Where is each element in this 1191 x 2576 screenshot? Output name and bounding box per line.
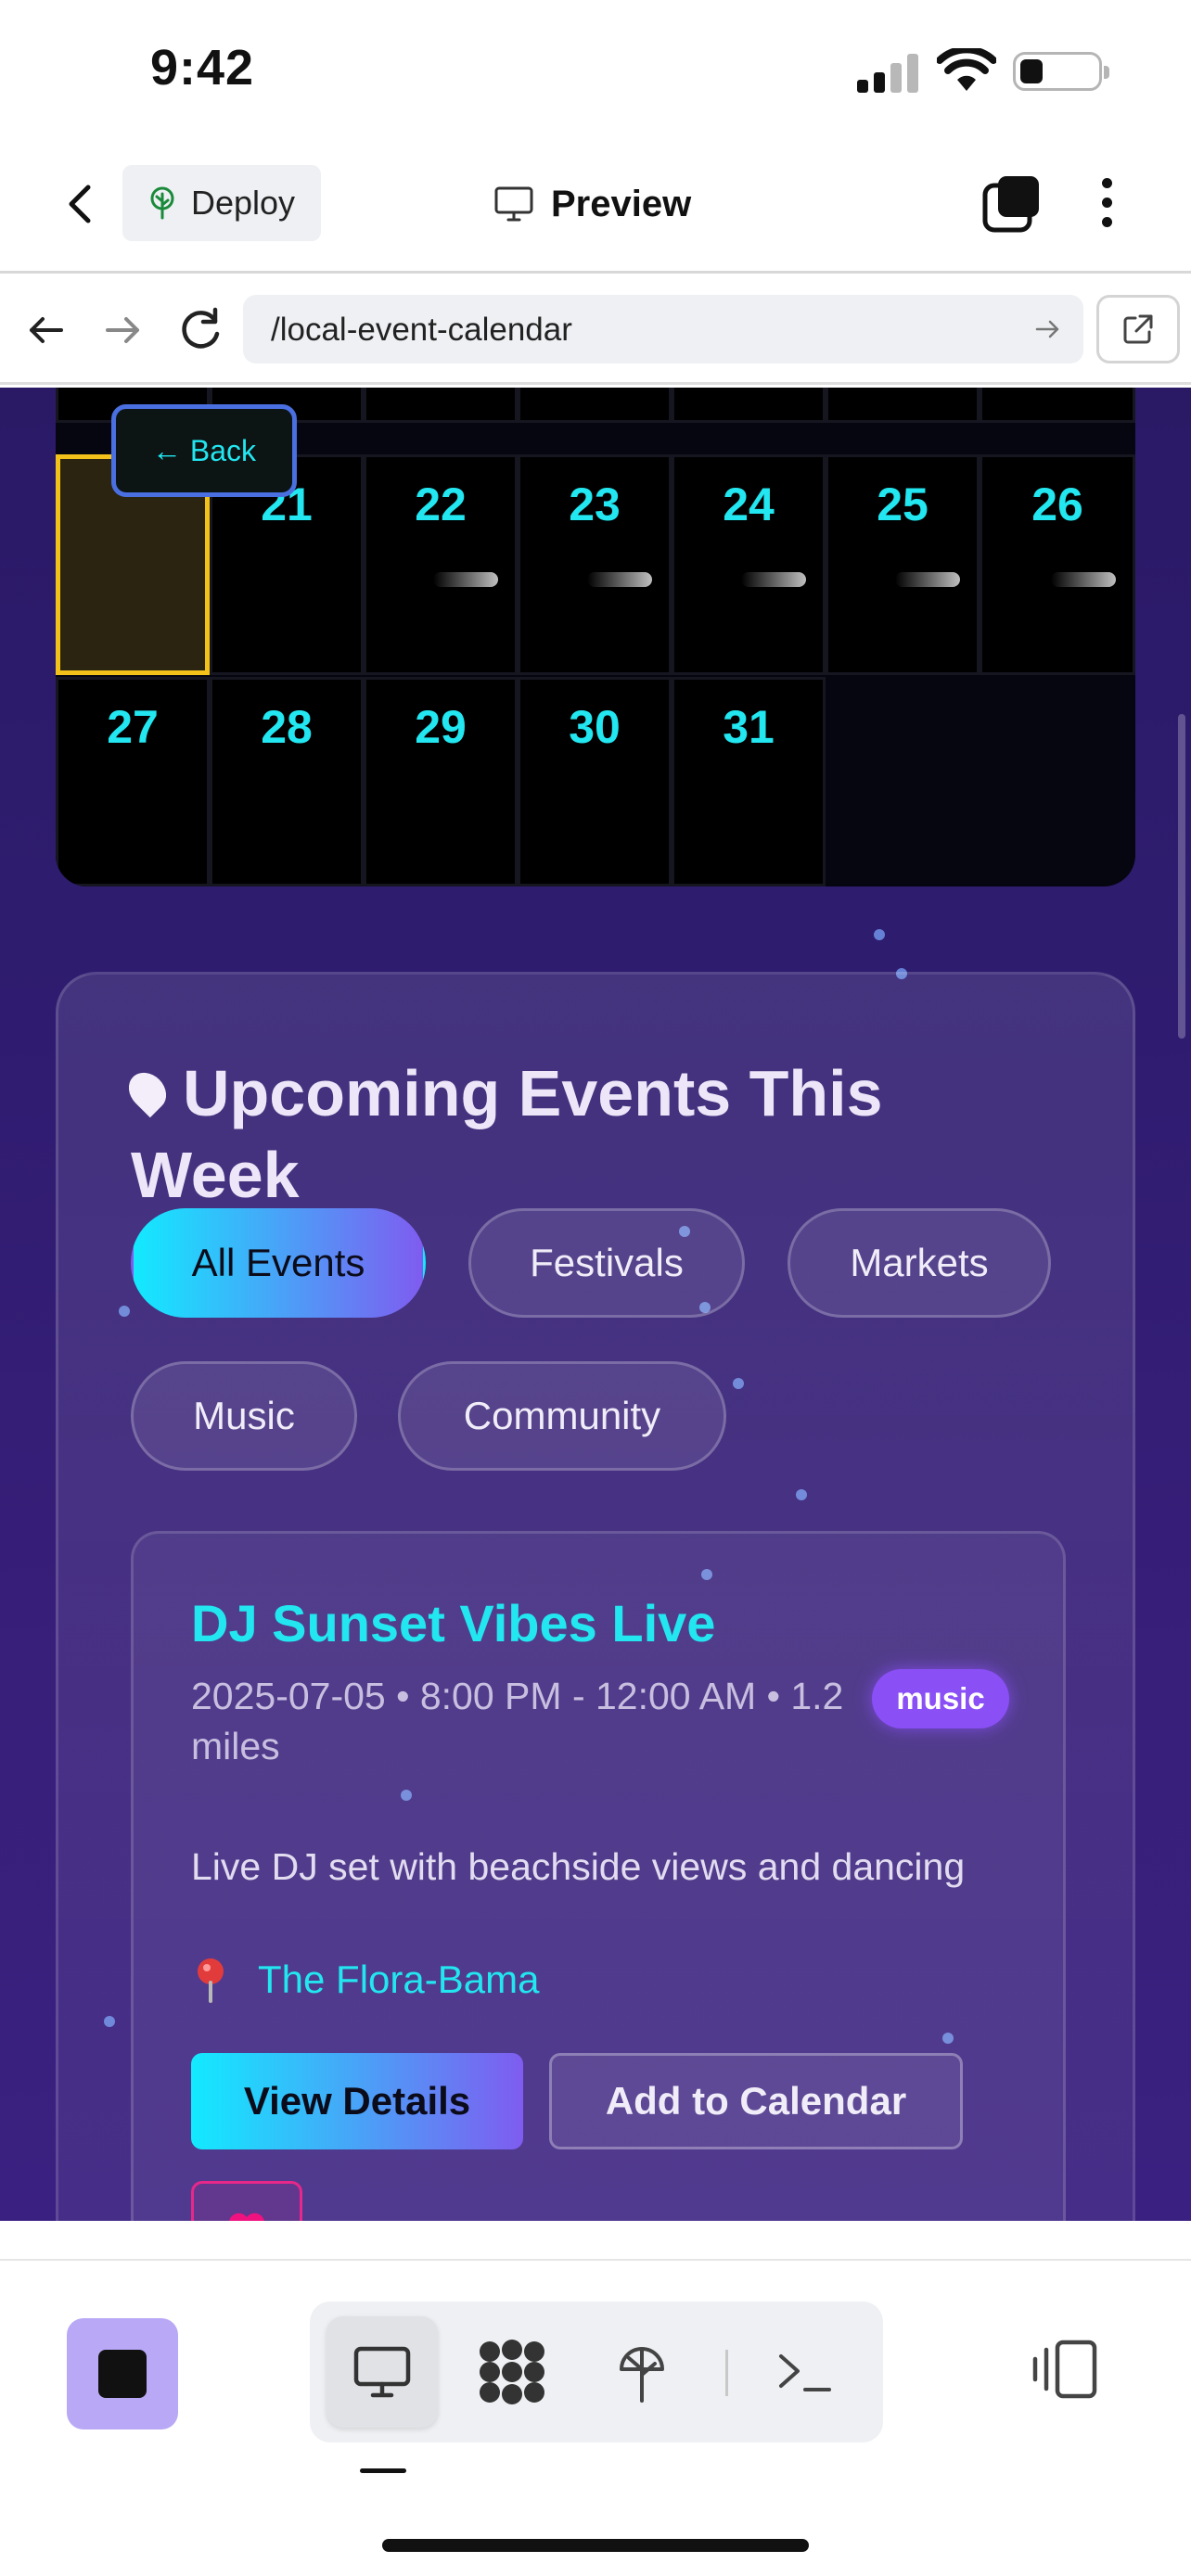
home-indicator [382, 2539, 809, 2552]
filter-chip-community[interactable]: Community [398, 1361, 726, 1471]
event-indicator [587, 572, 652, 587]
calendar-cell[interactable]: 28 [210, 677, 364, 886]
calendar-cell[interactable]: 29 [364, 677, 518, 886]
filter-chip-markets[interactable]: Markets [788, 1208, 1051, 1318]
calendar-back-button[interactable]: ← Back [111, 404, 297, 497]
event-category-badge: music [872, 1669, 1009, 1728]
map-pin-icon [198, 1958, 224, 2003]
filter-chip-all-events[interactable]: All Events [131, 1208, 426, 1318]
more-vertical-icon[interactable] [1095, 172, 1121, 234]
event-indicator [741, 572, 806, 587]
open-external-button[interactable] [1096, 295, 1180, 363]
location-pin-icon [121, 1065, 174, 1118]
stop-button[interactable] [67, 2318, 178, 2429]
particle [874, 929, 885, 940]
deploy-label: Deploy [191, 184, 296, 222]
favorite-button[interactable] [191, 2181, 302, 2221]
arrow-right-icon[interactable] [96, 304, 148, 356]
calendar-back-label: ← Back [151, 433, 257, 467]
monitor-icon [494, 186, 533, 222]
preview-tool-button[interactable] [327, 2316, 438, 2428]
event-description: Live DJ set with beachside views and dan… [191, 1845, 966, 1888]
calendar-day-number: 30 [569, 701, 621, 753]
calendar-cell[interactable]: 25 [826, 454, 980, 675]
stop-icon [98, 2350, 147, 2398]
events-title-text: Upcoming Events This Week [131, 1057, 883, 1211]
reload-icon[interactable] [173, 300, 228, 356]
wifi-icon [937, 48, 996, 91]
event-title[interactable]: DJ Sunset Vibes Live [191, 1593, 715, 1653]
browser-toolbar: /local-event-calendar [0, 276, 1191, 385]
view-details-button[interactable]: View Details [191, 2053, 523, 2149]
event-indicator [895, 572, 960, 587]
calendar-cell[interactable]: 22 [364, 454, 518, 675]
calendar-day-number: 29 [415, 701, 467, 753]
preview-title[interactable]: Preview [493, 174, 691, 234]
deploy-button[interactable]: Deploy [122, 165, 321, 241]
bottom-toolbar [0, 2259, 1191, 2576]
tabs-icon[interactable] [981, 172, 1043, 234]
calendar-day-number: 27 [107, 701, 159, 753]
back-button[interactable] [52, 176, 108, 232]
split-view-icon[interactable] [1030, 2335, 1100, 2405]
calendar-day-number: 28 [261, 701, 313, 753]
calendar-cell[interactable] [364, 388, 518, 423]
deploy-tree-icon [620, 2347, 664, 2403]
filter-chip-festivals[interactable]: Festivals [468, 1208, 745, 1318]
url-text: /local-event-calendar [271, 312, 572, 348]
external-link-icon [1123, 314, 1153, 344]
add-to-calendar-button[interactable]: Add to Calendar [549, 2053, 963, 2149]
scrollbar[interactable] [1178, 714, 1185, 1039]
preview-label: Preview [551, 183, 692, 224]
deploy-tool-button[interactable] [586, 2316, 698, 2428]
filter-chip-music[interactable]: Music [131, 1361, 357, 1471]
event-venue-name: The Flora-Bama [258, 1958, 540, 2001]
terminal-tool-button[interactable] [749, 2316, 861, 2428]
web-content[interactable]: 21 22 23 24 25 26 27 28 29 30 31 ← Back … [0, 388, 1191, 2221]
calendar-cell[interactable]: 23 [518, 454, 672, 675]
arrow-left-icon[interactable] [20, 304, 72, 356]
calendar-grid: 21 22 23 24 25 26 27 28 29 30 31 ← Back [56, 388, 1135, 886]
view-switcher [310, 2302, 883, 2442]
calendar-day-number: 31 [723, 701, 775, 753]
deploy-tree-icon [150, 186, 174, 220]
calendar-cell[interactable]: 24 [672, 454, 826, 675]
calendar-day-number: 26 [1031, 478, 1083, 530]
apps-grid-icon [480, 2340, 544, 2404]
toolbar-divider [725, 2350, 728, 2396]
events-heading: Upcoming Events This Week [121, 1052, 1021, 1216]
calendar-cell[interactable]: 27 [56, 677, 210, 886]
apps-tool-button[interactable] [456, 2316, 568, 2428]
calendar-cell[interactable] [826, 388, 980, 423]
status-time: 9:42 [150, 40, 255, 96]
app-header: Deploy Preview [0, 139, 1191, 274]
event-venue[interactable]: The Flora-Bama [191, 1957, 539, 2003]
upcoming-events-panel: Upcoming Events This Week All Events Fes… [56, 972, 1135, 2221]
event-indicator [433, 572, 498, 587]
status-bar: 9:42 [0, 0, 1191, 139]
calendar-cell[interactable] [672, 388, 826, 423]
calendar-cell[interactable]: 30 [518, 677, 672, 886]
calendar-day-number: 22 [415, 478, 467, 530]
calendar-cell[interactable] [980, 388, 1135, 423]
calendar-day-number: 25 [877, 478, 928, 530]
monitor-icon [353, 2346, 411, 2398]
url-field[interactable]: /local-event-calendar [243, 295, 1083, 363]
calendar-cell[interactable]: 26 [980, 454, 1135, 675]
event-indicator [1051, 572, 1116, 587]
signal-icon [857, 52, 918, 93]
event-card[interactable]: DJ Sunset Vibes Live 2025-07-05 • 8:00 P… [131, 1531, 1066, 2221]
heart-icon [229, 2213, 264, 2221]
event-meta: 2025-07-05 • 8:00 PM - 12:00 AM • 1.2 mi… [191, 1675, 844, 1767]
active-tool-indicator [360, 2468, 406, 2473]
calendar-day-number: 24 [723, 478, 775, 530]
calendar-day-number: 23 [569, 478, 621, 530]
calendar-cell[interactable] [518, 388, 672, 423]
terminal-icon [779, 2354, 831, 2391]
calendar-cell[interactable]: 31 [672, 677, 826, 886]
chevron-left-icon [69, 185, 91, 223]
battery-icon [1013, 52, 1109, 91]
go-arrow-icon[interactable] [1031, 313, 1063, 345]
